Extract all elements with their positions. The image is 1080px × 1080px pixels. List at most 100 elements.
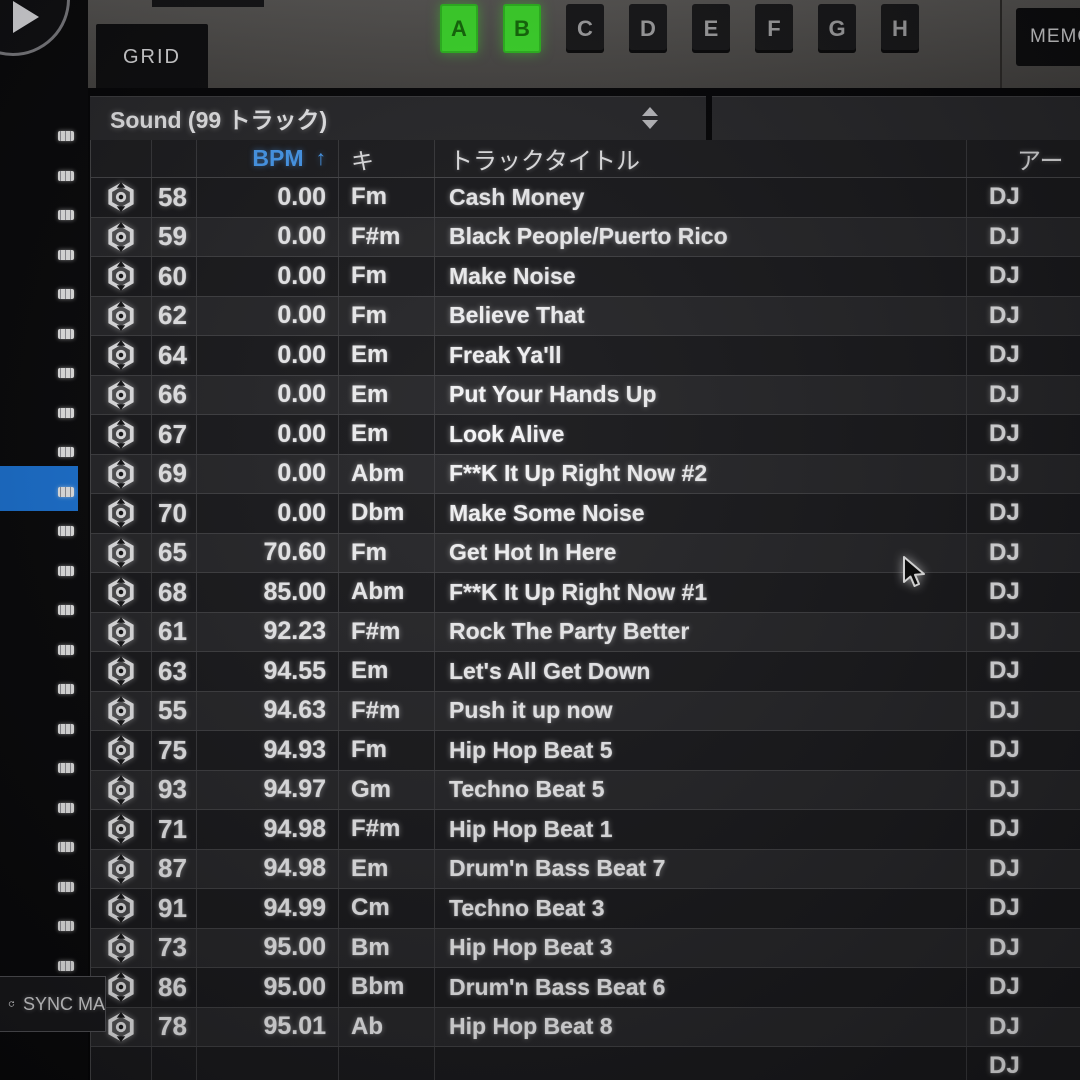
table-row[interactable]: 58 0.00 Fm Cash Money DJ bbox=[91, 178, 1080, 218]
sidebar-badge-icon[interactable] bbox=[58, 487, 74, 497]
table-row[interactable]: 67 0.00 Em Look Alive DJ bbox=[91, 415, 1080, 455]
table-row[interactable]: 87 94.98 Em Drum'n Bass Beat 7 DJ bbox=[91, 850, 1080, 890]
tab-grid[interactable]: GRID bbox=[96, 24, 208, 88]
sidebar-badge-icon[interactable] bbox=[58, 566, 74, 576]
table-row[interactable]: 61 92.23 F#m Rock The Party Better DJ bbox=[91, 613, 1080, 653]
track-key: F#m bbox=[338, 810, 434, 849]
sidebar-badge-icon[interactable] bbox=[58, 605, 74, 615]
track-artist: DJ bbox=[966, 889, 1080, 928]
track-bpm: 95.01 bbox=[196, 1008, 338, 1047]
mouse-cursor bbox=[901, 556, 927, 595]
track-number: 66 bbox=[151, 376, 196, 415]
sidebar-badge-icon[interactable] bbox=[58, 921, 74, 931]
sidebar-badge-icon[interactable] bbox=[58, 368, 74, 378]
column-header-number[interactable] bbox=[151, 140, 196, 177]
sidebar-badge-icon[interactable] bbox=[58, 684, 74, 694]
track-key: Fm bbox=[338, 297, 434, 336]
track-title: Put Your Hands Up bbox=[434, 376, 966, 415]
track-key: Cm bbox=[338, 889, 434, 928]
sidebar-badge-icon[interactable] bbox=[58, 842, 74, 852]
track-bpm: 94.98 bbox=[196, 850, 338, 889]
table-row[interactable]: 75 94.93 Fm Hip Hop Beat 5 DJ bbox=[91, 731, 1080, 771]
sidebar-badge-icon[interactable] bbox=[58, 289, 74, 299]
table-row[interactable]: 60 0.00 Fm Make Noise DJ bbox=[91, 257, 1080, 297]
table-row[interactable]: 62 0.00 Fm Believe That DJ bbox=[91, 297, 1080, 337]
track-key: F#m bbox=[338, 692, 434, 731]
table-row[interactable]: 93 94.97 Gm Techno Beat 5 DJ bbox=[91, 771, 1080, 811]
hotcue-button-a[interactable]: A bbox=[440, 4, 478, 53]
track-artist: DJ bbox=[966, 1047, 1080, 1080]
track-number: 71 bbox=[151, 810, 196, 849]
track-bpm: 92.23 bbox=[196, 613, 338, 652]
sidebar-badge-icon[interactable] bbox=[58, 408, 74, 418]
track-artist: DJ bbox=[966, 415, 1080, 454]
track-artist: DJ bbox=[966, 810, 1080, 849]
play-button[interactable] bbox=[0, 0, 70, 56]
sidebar-badge-icon[interactable] bbox=[58, 210, 74, 220]
table-row[interactable]: 71 94.98 F#m Hip Hop Beat 1 DJ bbox=[91, 810, 1080, 850]
hotcue-button-f[interactable]: F bbox=[755, 4, 793, 53]
table-row[interactable]: 70 0.00 Dbm Make Some Noise DJ bbox=[91, 494, 1080, 534]
sidebar-badge-icon[interactable] bbox=[58, 131, 74, 141]
table-row[interactable]: 66 0.00 Em Put Your Hands Up DJ bbox=[91, 376, 1080, 416]
hotcue-button-g[interactable]: G bbox=[818, 4, 856, 53]
track-bpm: 0.00 bbox=[196, 218, 338, 257]
track-artist: DJ bbox=[966, 534, 1080, 573]
table-row[interactable]: 65 70.60 Fm Get Hot In Here DJ bbox=[91, 534, 1080, 574]
table-row[interactable]: 86 95.00 Bbm Drum'n Bass Beat 6 DJ bbox=[91, 968, 1080, 1008]
track-bpm: 0.00 bbox=[196, 257, 338, 296]
track-artist: DJ bbox=[966, 218, 1080, 257]
hotcue-button-c[interactable]: C bbox=[566, 4, 604, 53]
sync-icon bbox=[8, 992, 15, 1016]
sidebar-badge-icon[interactable] bbox=[58, 250, 74, 260]
track-title: Believe That bbox=[434, 297, 966, 336]
hotcue-button-e[interactable]: E bbox=[692, 4, 730, 53]
track-icon bbox=[106, 380, 136, 410]
track-icon bbox=[106, 814, 136, 844]
sidebar-badge-icon[interactable] bbox=[58, 961, 74, 971]
track-number: 62 bbox=[151, 297, 196, 336]
sidebar-badge-icon[interactable] bbox=[58, 645, 74, 655]
table-row[interactable]: 68 85.00 Abm F**K It Up Right Now #1 DJ bbox=[91, 573, 1080, 613]
memo-button[interactable]: MEMO bbox=[1016, 8, 1080, 66]
sidebar-badge-icon[interactable] bbox=[58, 447, 74, 457]
table-row[interactable]: 55 94.63 F#m Push it up now DJ bbox=[91, 692, 1080, 732]
rekordbox-window: GRID ABCDEFGH MEMO SYNC MA Sound (99 トラッ… bbox=[0, 0, 1080, 1080]
table-row[interactable]: 64 0.00 Em Freak Ya'll DJ bbox=[91, 336, 1080, 376]
track-key: Fm bbox=[338, 257, 434, 296]
table-row[interactable]: 59 0.00 F#m Black People/Puerto Rico DJ bbox=[91, 218, 1080, 258]
track-key: Em bbox=[338, 850, 434, 889]
track-icon bbox=[106, 1012, 136, 1042]
sidebar-badge-icon[interactable] bbox=[58, 329, 74, 339]
hotcue-button-h[interactable]: H bbox=[881, 4, 919, 53]
table-row[interactable]: 69 0.00 Abm F**K It Up Right Now #2 DJ bbox=[91, 455, 1080, 495]
track-artist: DJ bbox=[966, 336, 1080, 375]
track-title: Hip Hop Beat 5 bbox=[434, 731, 966, 770]
hotcue-button-d[interactable]: D bbox=[629, 4, 667, 53]
table-row[interactable]: 63 94.55 Em Let's All Get Down DJ bbox=[91, 652, 1080, 692]
sidebar-badge-icon[interactable] bbox=[58, 724, 74, 734]
sync-manager-button[interactable]: SYNC MA bbox=[0, 976, 106, 1032]
table-row[interactable]: 78 95.01 Ab Hip Hop Beat 8 DJ bbox=[91, 1008, 1080, 1048]
sidebar-badge-icon[interactable] bbox=[58, 526, 74, 536]
column-header-key[interactable]: キ bbox=[338, 140, 434, 177]
playlist-sidebar: SYNC MA bbox=[0, 0, 88, 1080]
sidebar-badge-icon[interactable] bbox=[58, 803, 74, 813]
table-row[interactable]: 73 95.00 Bm Hip Hop Beat 3 DJ bbox=[91, 929, 1080, 969]
table-row[interactable]: DJ bbox=[91, 1047, 1080, 1080]
track-number: 68 bbox=[151, 573, 196, 612]
hotcue-button-b[interactable]: B bbox=[503, 4, 541, 53]
sidebar-badge-icon[interactable] bbox=[58, 763, 74, 773]
playlist-title-bar[interactable]: Sound (99 トラック) bbox=[90, 96, 706, 140]
track-artist: DJ bbox=[966, 494, 1080, 533]
column-header-bpm[interactable]: BPM ↑ bbox=[196, 140, 338, 177]
track-key bbox=[338, 1047, 434, 1080]
column-header-artist[interactable]: アー bbox=[966, 140, 1080, 177]
sidebar-badge-icon[interactable] bbox=[58, 171, 74, 181]
sort-toggle-icon[interactable] bbox=[642, 107, 658, 129]
track-bpm: 95.00 bbox=[196, 968, 338, 1007]
info-panel-header bbox=[712, 96, 1080, 140]
table-row[interactable]: 91 94.99 Cm Techno Beat 3 DJ bbox=[91, 889, 1080, 929]
sidebar-badge-icon[interactable] bbox=[58, 882, 74, 892]
column-header-title[interactable]: トラックタイトル bbox=[434, 140, 966, 177]
